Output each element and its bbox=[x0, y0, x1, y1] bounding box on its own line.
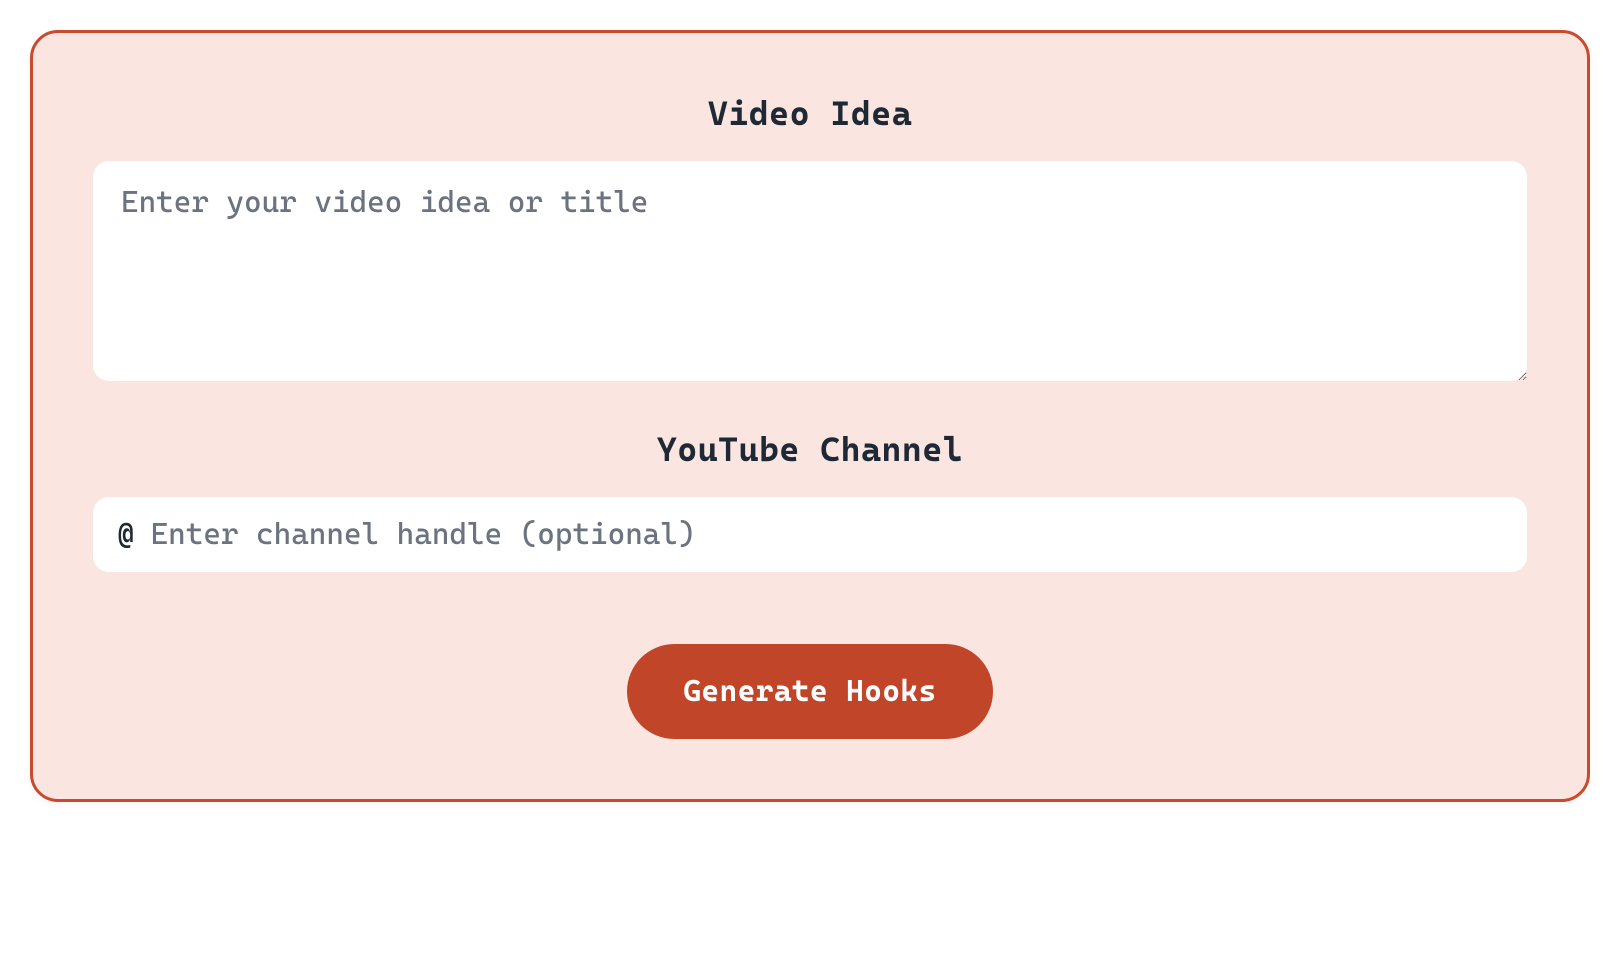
youtube-channel-label: YouTube Channel bbox=[657, 429, 963, 469]
youtube-channel-group: YouTube Channel @ bbox=[93, 429, 1527, 572]
button-row: Generate Hooks bbox=[93, 644, 1527, 739]
at-prefix-icon: @ bbox=[117, 517, 135, 552]
video-idea-group: Video Idea bbox=[93, 93, 1527, 381]
video-idea-label: Video Idea bbox=[708, 93, 912, 133]
generate-hooks-button[interactable]: Generate Hooks bbox=[627, 644, 992, 739]
youtube-channel-input[interactable] bbox=[151, 517, 1503, 552]
youtube-channel-input-wrapper: @ bbox=[93, 497, 1527, 572]
video-idea-input[interactable] bbox=[93, 161, 1527, 381]
hook-generator-card: Video Idea YouTube Channel @ Generate Ho… bbox=[30, 30, 1590, 802]
